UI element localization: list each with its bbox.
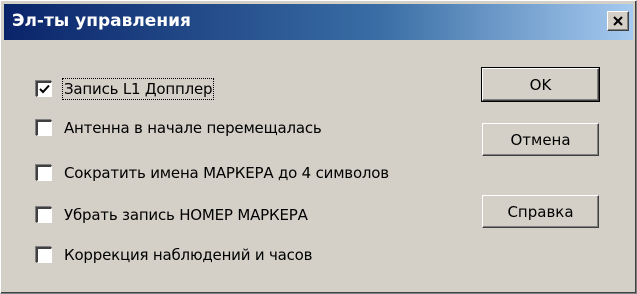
option-remove-marker-number[interactable]: Убрать запись НОМЕР МАРКЕРА: [36, 202, 308, 228]
checkbox-clock-correction[interactable]: [36, 247, 52, 263]
help-button[interactable]: Справка: [482, 195, 599, 228]
cancel-button[interactable]: Отмена: [482, 123, 599, 156]
close-button[interactable]: [607, 11, 629, 31]
checkbox-remove-marker-number[interactable]: [36, 207, 52, 223]
window-title: Эл-ты управления: [12, 11, 191, 31]
checkbox-antenna-moved[interactable]: [36, 120, 52, 136]
checkmark-icon: [39, 84, 50, 94]
close-icon: [613, 15, 623, 26]
checkbox-shorten-marker-names[interactable]: [36, 165, 52, 181]
title-bar[interactable]: Эл-ты управления: [4, 4, 633, 40]
option-label: Антенна в начале перемещалась: [64, 119, 322, 137]
option-label: Запись L1 Допплер: [61, 78, 215, 100]
option-shorten-marker-names[interactable]: Сократить имена МАРКЕРА до 4 символов: [36, 160, 389, 186]
option-antenna-moved[interactable]: Антенна в начале перемещалась: [36, 115, 322, 141]
ok-button[interactable]: OK: [481, 67, 600, 102]
option-label: Коррекция наблюдений и часов: [64, 246, 313, 264]
option-label: Убрать запись НОМЕР МАРКЕРА: [64, 206, 308, 224]
dialog-window: Эл-ты управления Запись L1 Допплер Антен…: [0, 0, 637, 294]
option-clock-correction[interactable]: Коррекция наблюдений и часов: [36, 242, 312, 268]
option-label: Сократить имена МАРКЕРА до 4 символов: [64, 164, 389, 182]
checkbox-doppler-l1[interactable]: [36, 81, 52, 97]
option-doppler-l1[interactable]: Запись L1 Допплер: [36, 76, 215, 102]
